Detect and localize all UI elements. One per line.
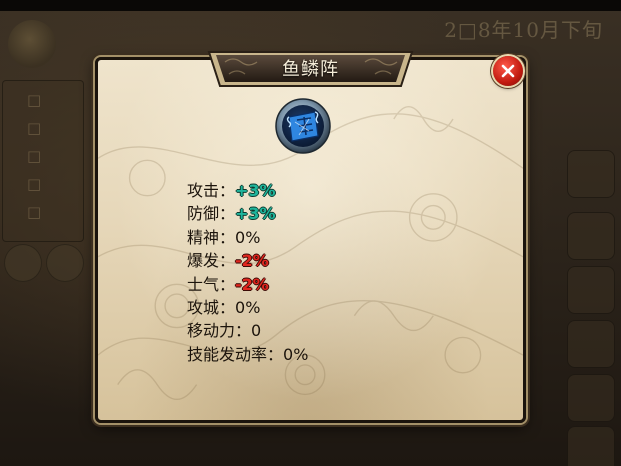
side-menu-item: □ — [27, 147, 42, 165]
background-right-button — [567, 212, 615, 260]
stat-label: 防御： — [187, 204, 236, 224]
title-plaque: 鱼鳞阵 — [205, 46, 416, 92]
stat-row-movement: 移动力：0 — [187, 319, 437, 342]
stat-label: 攻击： — [187, 181, 236, 200]
side-menu-item: □ — [27, 175, 42, 193]
side-menu-item: □ — [27, 91, 42, 109]
stat-label: 爆发： — [187, 251, 236, 271]
close-button[interactable] — [493, 56, 523, 86]
stat-label: 技能发动率： — [187, 344, 284, 364]
background-right-button — [567, 266, 615, 314]
background-right-button — [567, 150, 615, 198]
formation-stats: 攻击：+3% 防御：+3% 精神：0% 爆发：-2% 士气：-2% 攻城：0% … — [187, 179, 437, 366]
game-date: 2□8年10月下旬 — [444, 18, 603, 42]
side-menu-item: □ — [27, 119, 42, 137]
stat-row-attack: 攻击：+3% — [187, 179, 437, 202]
player-avatar — [8, 20, 56, 68]
helmet-icon — [46, 244, 84, 282]
stat-row-spirit: 精神：0% — [187, 226, 437, 249]
dialog-title: 鱼鳞阵 — [282, 59, 339, 80]
background-right-button — [567, 426, 615, 466]
stat-label: 移动力： — [187, 321, 252, 341]
settings-icon — [4, 244, 42, 282]
stat-value: -2% — [235, 251, 269, 271]
stat-value: 0% — [235, 297, 261, 317]
side-menu-item: □ — [27, 203, 42, 221]
stat-label: 攻城： — [187, 297, 236, 317]
stat-value: +3% — [235, 204, 276, 224]
stat-value: +3% — [235, 181, 276, 200]
stat-value: -2% — [235, 274, 269, 294]
stat-row-burst: 爆发：-2% — [187, 249, 437, 272]
stat-row-defense: 防御：+3% — [187, 202, 437, 225]
stat-row-morale: 士气：-2% — [187, 273, 437, 296]
stat-row-skill-rate: 技能发动率：0% — [187, 343, 437, 366]
left-side-menu: □ □ □ □ □ — [2, 80, 84, 242]
stat-value: 0 — [251, 321, 262, 341]
top-status-bar — [0, 0, 621, 11]
stat-row-siege: 攻城：0% — [187, 296, 437, 319]
stat-value: 0% — [283, 344, 309, 364]
background-right-button — [567, 374, 615, 422]
stat-label: 士气： — [187, 274, 236, 294]
stat-label: 精神： — [187, 227, 236, 247]
scroll-formation-icon — [275, 98, 331, 154]
stat-value: 0% — [235, 227, 261, 247]
close-x-icon — [501, 64, 515, 78]
background-right-button — [567, 320, 615, 368]
